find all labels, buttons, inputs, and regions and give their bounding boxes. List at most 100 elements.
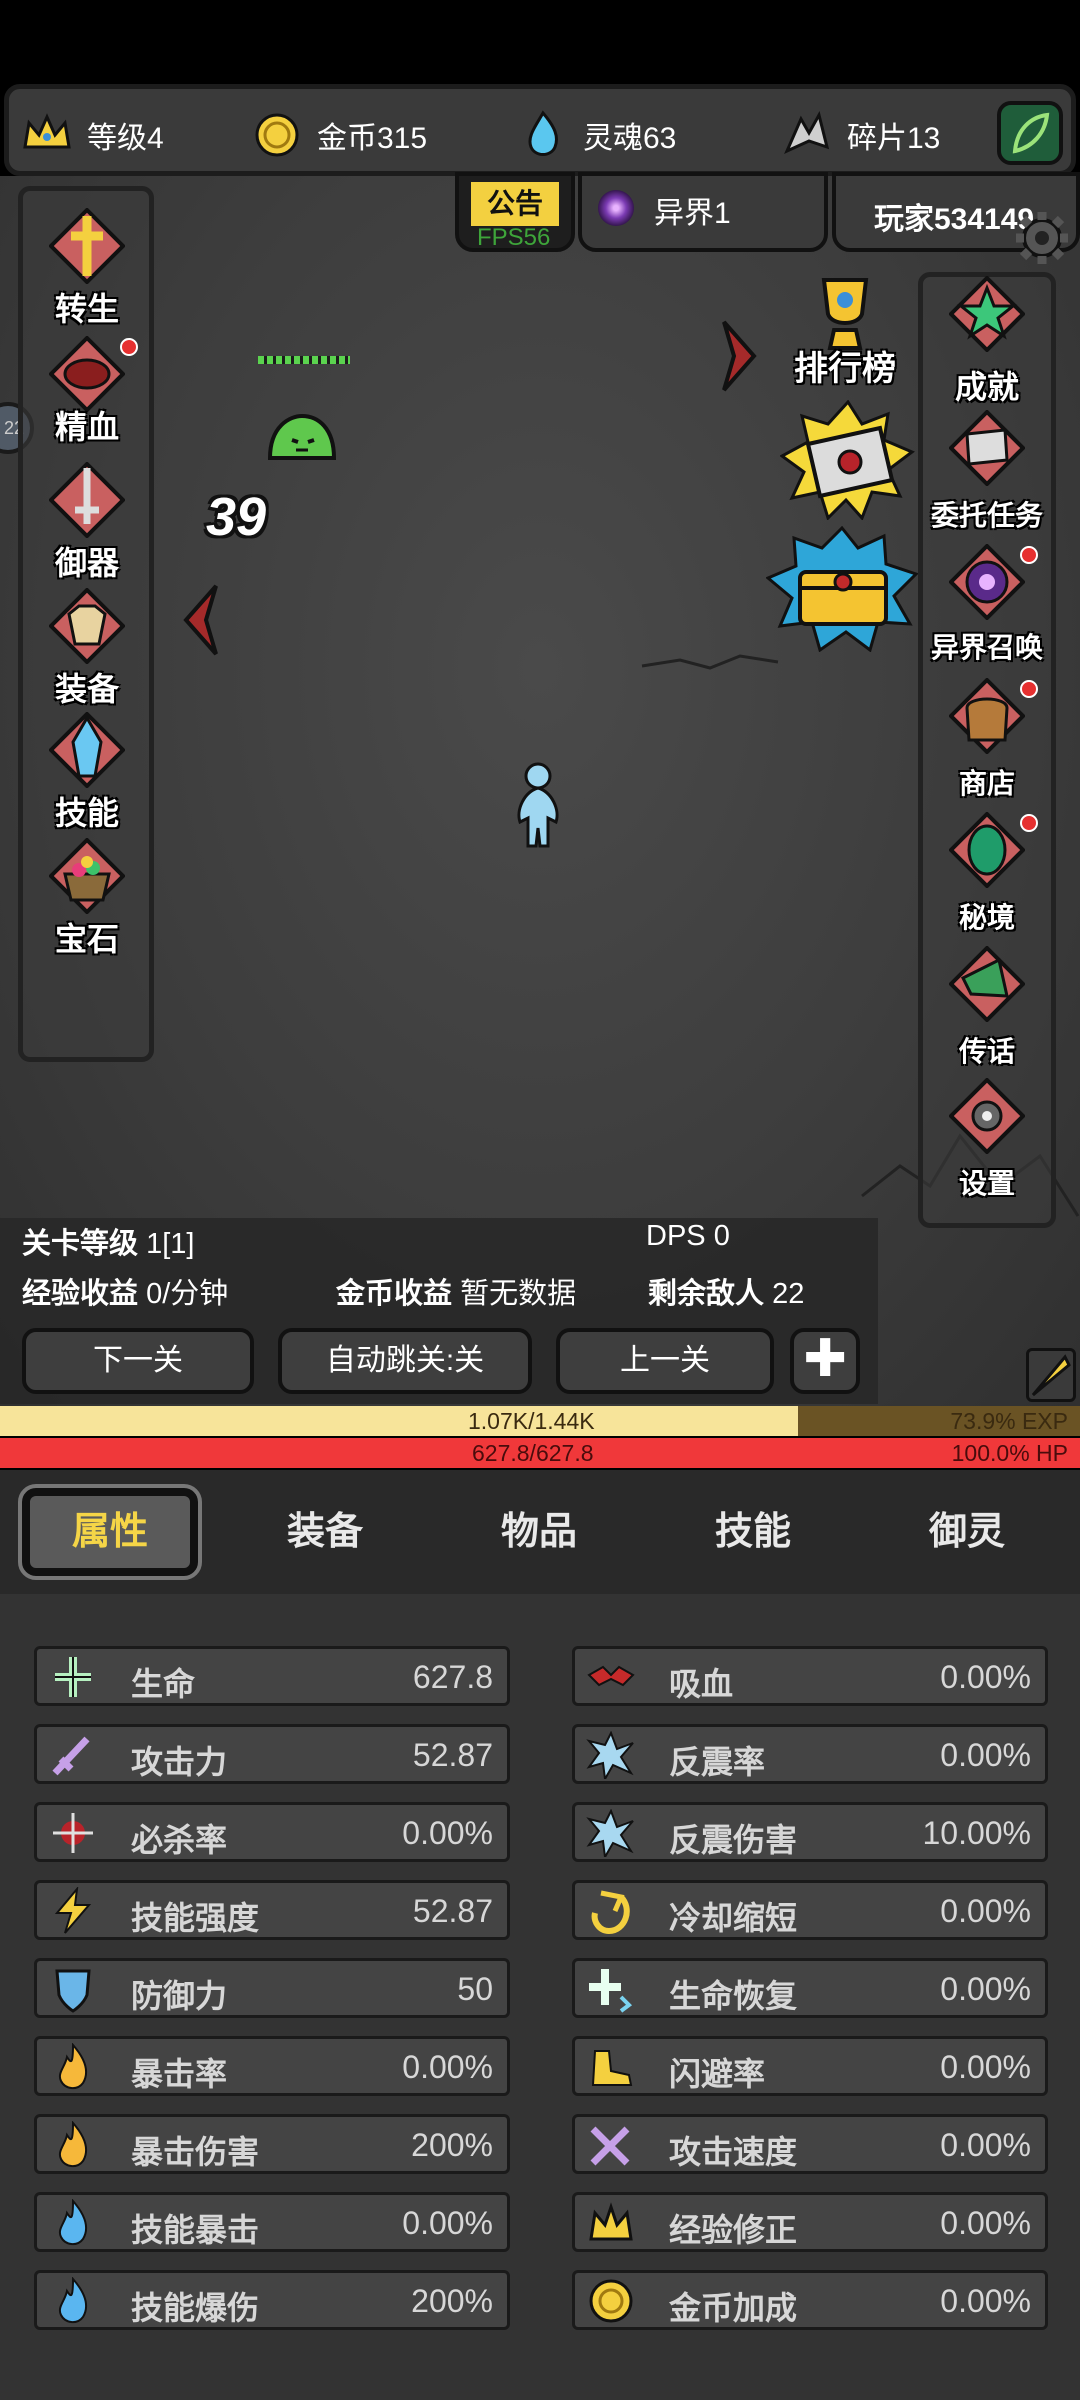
stat-row[interactable]: 生命 627.8: [34, 1646, 510, 1706]
menu-essence[interactable]: 精血: [22, 336, 152, 456]
menu-commission[interactable]: 委托任务: [922, 410, 1052, 531]
leaderboard-label: 排行榜: [794, 350, 896, 388]
notification-dot: [1020, 814, 1038, 832]
stat-name: 暴击伤害: [131, 2134, 260, 2170]
bat-icon: [585, 1653, 637, 1701]
stat-name: 闪避率: [669, 2056, 766, 2092]
previous-arrow[interactable]: [176, 582, 224, 663]
stat-value: 0.00%: [940, 2049, 1031, 2085]
remaining-enemies-value: 22: [772, 1278, 805, 1310]
stat-name: 反震率: [669, 1744, 766, 1780]
menu-gem-label: 宝石: [54, 921, 119, 957]
exp-income: 经验收益 0/分钟: [22, 1270, 228, 1312]
menu-artifact[interactable]: 御器: [22, 462, 152, 582]
crystal-icon: [49, 712, 125, 788]
shatter-icon: [585, 1730, 637, 1783]
treasure-chest-button[interactable]: [765, 525, 920, 657]
tab-equipment[interactable]: 装备: [240, 1488, 410, 1576]
resource-bar: 等级4 金币315 灵魂63 碎片13: [4, 84, 1076, 176]
fire-icon: [47, 2042, 99, 2091]
stat-value: 0.00%: [940, 2127, 1031, 2163]
enemy-health-bar: [258, 356, 350, 364]
stat-name: 技能爆伤: [131, 2290, 260, 2326]
stat-row[interactable]: 攻击力 52.87: [34, 1724, 510, 1784]
menu-equipment-label: 装备: [54, 671, 119, 707]
menu-otherworld-summon[interactable]: 异界召唤: [922, 544, 1052, 664]
next-arrow[interactable]: [716, 318, 764, 399]
next-stage-button[interactable]: 下一关: [22, 1328, 254, 1394]
stat-value: 10.00%: [922, 1815, 1031, 1851]
stat-row[interactable]: 暴击伤害 200%: [34, 2114, 510, 2174]
stat-name: 反震伤害: [669, 1822, 798, 1858]
dps-value: 0: [713, 1220, 730, 1252]
world-tab[interactable]: 异界1: [578, 172, 828, 252]
mail-button[interactable]: [779, 399, 916, 525]
stat-row[interactable]: 经验修正 0.00%: [572, 2192, 1048, 2252]
stat-row[interactable]: 攻击速度 0.00%: [572, 2114, 1048, 2174]
add-button[interactable]: ✚: [790, 1328, 860, 1394]
meat-icon: [49, 336, 125, 412]
cooldown-icon: [585, 1887, 637, 1935]
damage-number: 39: [206, 487, 267, 547]
tab-attributes[interactable]: 属性: [18, 1484, 202, 1580]
notice-label: 公告: [471, 182, 559, 226]
menu-message[interactable]: 传话: [922, 946, 1052, 1067]
stat-row[interactable]: 暴击率 0.00%: [34, 2036, 510, 2096]
stat-name: 冷却缩短: [669, 1900, 798, 1936]
menu-shop[interactable]: 商店: [922, 678, 1052, 799]
leaderboard-button[interactable]: 排行榜: [780, 274, 910, 390]
gold-income-label: 金币收益: [336, 1278, 453, 1310]
stat-value: 52.87: [412, 1737, 493, 1773]
fps-counter: FPS56: [477, 224, 551, 251]
stat-row[interactable]: 冷却缩短 0.00%: [572, 1880, 1048, 1940]
stat-row[interactable]: 反震率 0.00%: [572, 1724, 1048, 1784]
stat-row[interactable]: 生命恢复 0.00%: [572, 1958, 1048, 2018]
auto-skip-toggle[interactable]: 自动跳关:关: [278, 1328, 532, 1394]
quill-icon: [1031, 1354, 1071, 1397]
shard-text: 碎片13: [847, 122, 941, 155]
stat-name: 经验修正: [669, 2212, 798, 2248]
stat-row[interactable]: 金币加成 0.00%: [572, 2270, 1048, 2330]
menu-secret-realm[interactable]: 秘境: [922, 812, 1052, 933]
exp-income-value: 0/分钟: [146, 1278, 229, 1310]
menu-skill[interactable]: 技能: [22, 712, 152, 832]
menu-rebirth[interactable]: 转生: [22, 208, 152, 328]
stat-value: 0.00%: [940, 1971, 1031, 2007]
menu-settings[interactable]: 设置: [922, 1078, 1052, 1199]
menu-equipment[interactable]: 装备: [22, 588, 152, 708]
notice-tab[interactable]: 公告 FPS56: [455, 172, 575, 252]
menu-gem[interactable]: 宝石: [22, 838, 152, 958]
stat-row[interactable]: 吸血 0.00%: [572, 1646, 1048, 1706]
stat-row[interactable]: 技能爆伤 200%: [34, 2270, 510, 2330]
menu-message-label: 传话: [958, 1036, 1015, 1067]
swords-icon: [585, 2121, 637, 2169]
stat-row[interactable]: 闪避率 0.00%: [572, 2036, 1048, 2096]
tab-items[interactable]: 物品: [454, 1488, 624, 1576]
menu-achievement-label: 成就: [954, 369, 1019, 405]
stat-value: 0.00%: [940, 1659, 1031, 1695]
slime-enemy[interactable]: [266, 412, 338, 469]
status-bar: [0, 0, 1080, 80]
menu-achievement[interactable]: 成就: [922, 276, 1052, 405]
tab-skills[interactable]: 技能: [668, 1488, 838, 1576]
stat-row[interactable]: 技能强度 52.87: [34, 1880, 510, 1940]
remaining-enemies-label: 剩余敌人: [648, 1278, 765, 1310]
stat-row[interactable]: 必杀率 0.00%: [34, 1802, 510, 1862]
tab-spirit[interactable]: 御灵: [882, 1488, 1052, 1576]
stat-value: 0.00%: [940, 1737, 1031, 1773]
stat-value: 50: [457, 1971, 493, 2007]
quick-menu-button[interactable]: [997, 101, 1063, 165]
stat-row[interactable]: 技能暴击 0.00%: [34, 2192, 510, 2252]
player-character: [512, 762, 564, 855]
stat-row[interactable]: 防御力 50: [34, 1958, 510, 2018]
stat-name: 防御力: [131, 1978, 228, 2014]
gear-icon[interactable]: [1012, 208, 1072, 268]
exp-income-label: 经验收益: [22, 1278, 139, 1310]
quill-button[interactable]: [1026, 1348, 1076, 1402]
soul-text: 灵魂63: [583, 122, 677, 155]
stat-row[interactable]: 反震伤害 10.00%: [572, 1802, 1048, 1862]
stat-value: 0.00%: [940, 1893, 1031, 1929]
previous-stage-button[interactable]: 上一关: [556, 1328, 774, 1394]
shatter-icon: [585, 1808, 637, 1861]
gold-resource: 金币315: [249, 107, 427, 163]
